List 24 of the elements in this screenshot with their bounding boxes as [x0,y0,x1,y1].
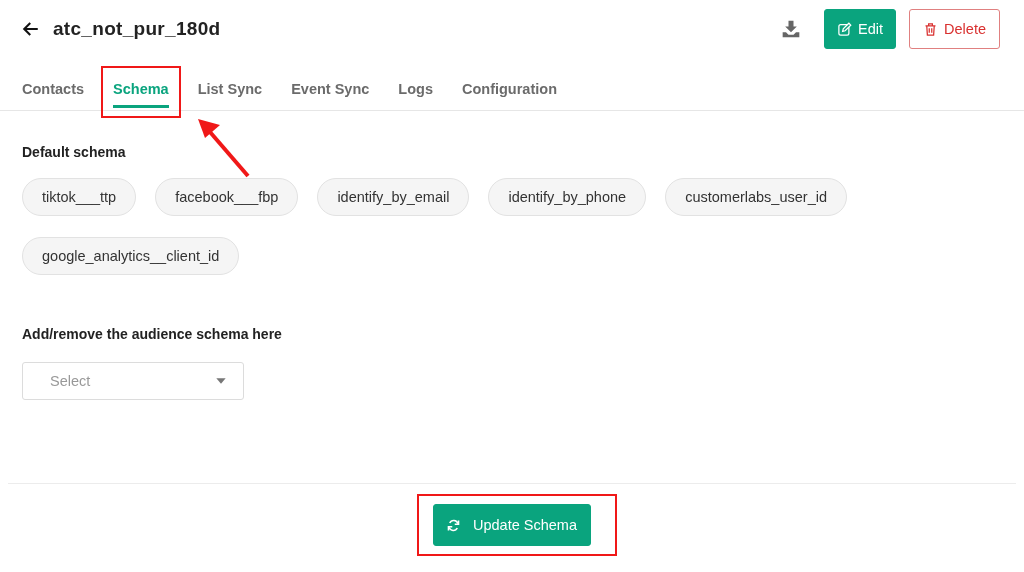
section-label: Add/remove the audience schema here [22,326,283,342]
page-title: atc_not_pur_180d [53,18,221,40]
select-dropdown[interactable]: Select [22,362,244,400]
tab[interactable]: Event Sync [291,58,370,108]
schema-tag: identify_by_email [317,178,470,216]
schema-tag: identify_by_phone [488,178,647,216]
tab[interactable]: Logs [398,58,433,108]
update-schema-button[interactable]: Update Schema [433,504,591,546]
download-icon[interactable] [781,19,802,39]
edit-icon [837,21,853,37]
refresh-icon [446,517,461,533]
tab[interactable]: Schema [113,58,169,108]
schema-tag: facebook___fbp [155,178,299,216]
section-label: Default schema [22,144,127,160]
schema-tag: customerlabs_user_id [665,178,847,216]
back-arrow-icon[interactable] [22,20,40,38]
trash-icon [923,21,939,37]
tab[interactable]: Contacts [22,58,85,108]
schema-tag: tiktok___ttp [22,178,137,216]
schema-tag: google_analytics__client_id [22,237,240,275]
tab[interactable]: List Sync [197,58,263,108]
edit-button[interactable]: Edit [824,9,897,49]
tab[interactable]: Configuration [461,58,557,108]
delete-button[interactable]: Delete [909,9,1000,49]
